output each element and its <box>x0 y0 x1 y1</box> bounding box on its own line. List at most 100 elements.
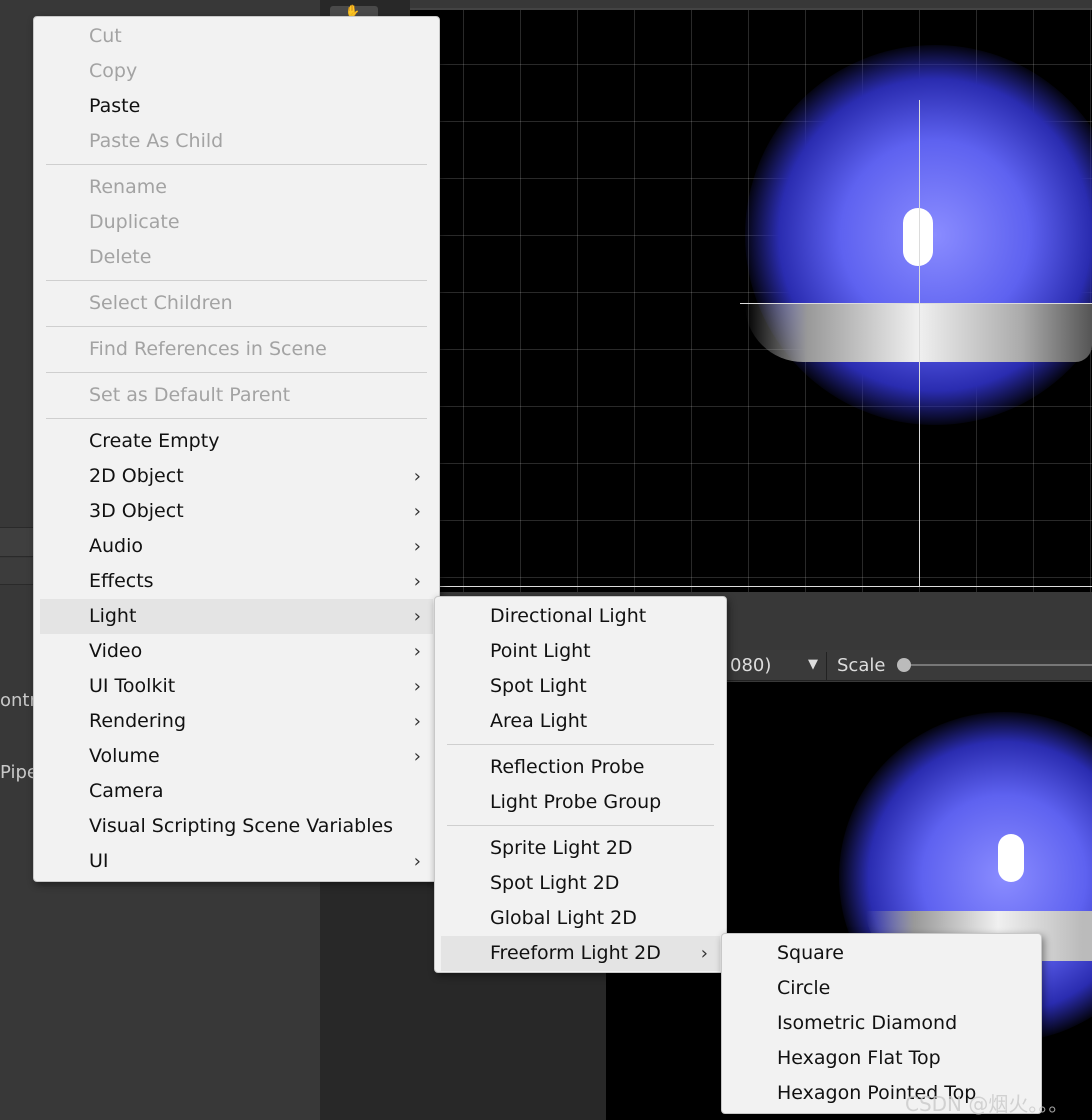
camera-frame-line <box>740 303 1092 304</box>
chevron-right-icon: › <box>413 536 421 557</box>
menu-item-select-children[interactable]: Select Children <box>34 286 439 321</box>
menu-item-label: Reflection Probe <box>490 756 645 778</box>
menu-item-circle[interactable]: Circle <box>722 971 1041 1006</box>
menu-item-set-as-default-parent[interactable]: Set as Default Parent <box>34 378 439 413</box>
menu-item-copy[interactable]: Copy <box>34 54 439 89</box>
menu-item-spot-light-2d[interactable]: Spot Light 2D <box>435 866 726 901</box>
menu-item-rename[interactable]: Rename <box>34 170 439 205</box>
menu-item-label: Light <box>89 605 137 627</box>
menu-item-ui[interactable]: UI › <box>34 844 439 879</box>
menu-item-label: Cut <box>89 25 122 47</box>
menu-item-directional-light[interactable]: Directional Light <box>435 599 726 634</box>
menu-item-label: Visual Scripting Scene Variables <box>89 815 394 837</box>
camera-frame-line <box>919 100 920 586</box>
menu-item-reflection-probe[interactable]: Reflection Probe <box>435 750 726 785</box>
menu-item-effects[interactable]: Effects › <box>34 564 439 599</box>
menu-item-3d-object[interactable]: 3D Object › <box>34 494 439 529</box>
menu-item-label: Point Light <box>490 640 591 662</box>
menu-separator <box>46 326 427 327</box>
menu-separator <box>46 372 427 373</box>
chevron-right-icon: › <box>413 501 421 522</box>
menu-item-duplicate[interactable]: Duplicate <box>34 205 439 240</box>
menu-item-label: Paste <box>89 95 141 117</box>
scale-label: Scale <box>837 655 886 676</box>
menu-item-audio[interactable]: Audio › <box>34 529 439 564</box>
capsule-sprite <box>998 834 1024 882</box>
toolbar-separator <box>826 652 827 680</box>
menu-item-label: Audio <box>89 535 144 557</box>
menu-item-delete[interactable]: Delete <box>34 240 439 275</box>
menu-item-square[interactable]: Square <box>722 936 1041 971</box>
menu-item-rendering[interactable]: Rendering › <box>34 704 439 739</box>
menu-item-isometric-diamond[interactable]: Isometric Diamond <box>722 1006 1041 1041</box>
menu-item-paste-as-child[interactable]: Paste As Child <box>34 124 439 159</box>
menu-item-label: Copy <box>89 60 138 82</box>
menu-item-label: Duplicate <box>89 211 180 233</box>
scale-slider-track[interactable] <box>910 664 1092 666</box>
menu-item-label: Find References in Scene <box>89 338 327 360</box>
menu-item-camera[interactable]: Camera <box>34 774 439 809</box>
camera-frame-line <box>410 586 1092 587</box>
menu-item-label: Freeform Light 2D <box>490 942 661 964</box>
menu-item-label: Global Light 2D <box>490 907 637 929</box>
menu-item-ui-toolkit[interactable]: UI Toolkit › <box>34 669 439 704</box>
menu-item-sprite-light-2d[interactable]: Sprite Light 2D <box>435 831 726 866</box>
menu-item-label: Delete <box>89 246 152 268</box>
menu-item-label: Isometric Diamond <box>777 1012 958 1034</box>
menu-item-label: Hexagon Flat Top <box>777 1047 941 1069</box>
dropdown-arrow-icon: ▼ <box>808 657 818 672</box>
light-submenu: Directional Light Point Light Spot Light Ar… <box>434 596 727 973</box>
menu-item-label: Circle <box>777 977 831 999</box>
menu-item-label: Effects <box>89 570 154 592</box>
chevron-right-icon: › <box>413 571 421 592</box>
menu-item-area-light[interactable]: Area Light <box>435 704 726 739</box>
menu-item-label: 2D Object <box>89 465 184 487</box>
menu-item-label: Volume <box>89 745 160 767</box>
capsule-sprite[interactable] <box>903 208 933 266</box>
menu-item-freeform-light-2d[interactable]: Freeform Light 2D › <box>441 936 720 971</box>
menu-item-label: Spot Light <box>490 675 587 697</box>
partial-label: ontr <box>0 690 37 711</box>
freeform-light-submenu: Square Circle Isometric Diamond Hexagon Fla… <box>721 933 1042 1114</box>
chevron-right-icon: › <box>413 746 421 767</box>
menu-item-2d-object[interactable]: 2D Object › <box>34 459 439 494</box>
menu-item-volume[interactable]: Volume › <box>34 739 439 774</box>
menu-separator <box>447 744 714 745</box>
menu-item-label: Camera <box>89 780 164 802</box>
resolution-dropdown[interactable]: 080) <box>730 655 771 676</box>
chevron-right-icon: › <box>700 943 708 964</box>
chevron-right-icon: › <box>413 711 421 732</box>
menu-item-label: Light Probe Group <box>490 791 662 813</box>
menu-item-create-empty[interactable]: Create Empty <box>34 424 439 459</box>
menu-item-label: Sprite Light 2D <box>490 837 633 859</box>
menu-item-video[interactable]: Video › <box>34 634 439 669</box>
menu-item-label: Area Light <box>490 710 588 732</box>
menu-item-label: Rename <box>89 176 167 198</box>
menu-item-label: Video <box>89 640 143 662</box>
chevron-right-icon: › <box>413 466 421 487</box>
menu-item-label: Select Children <box>89 292 233 314</box>
menu-separator <box>46 164 427 165</box>
menu-separator <box>447 825 714 826</box>
chevron-right-icon: › <box>413 641 421 662</box>
menu-item-label: Square <box>777 942 844 964</box>
scale-slider-knob[interactable] <box>897 658 911 672</box>
menu-item-point-light[interactable]: Point Light <box>435 634 726 669</box>
menu-item-light[interactable]: Light › <box>40 599 433 634</box>
menu-item-light-probe-group[interactable]: Light Probe Group <box>435 785 726 820</box>
menu-item-visual-scripting-scene-variables[interactable]: Visual Scripting Scene Variables <box>34 809 439 844</box>
menu-item-paste[interactable]: Paste <box>34 89 439 124</box>
menu-item-hexagon-flat-top[interactable]: Hexagon Flat Top <box>722 1041 1041 1076</box>
menu-item-spot-light[interactable]: Spot Light <box>435 669 726 704</box>
menu-item-global-light-2d[interactable]: Global Light 2D <box>435 901 726 936</box>
menu-item-find-references-in-scene[interactable]: Find References in Scene <box>34 332 439 367</box>
context-menu: Cut Copy Paste Paste As Child Rename Duplicat… <box>33 16 440 882</box>
menu-item-label: UI Toolkit <box>89 675 176 697</box>
menu-item-label: Directional Light <box>490 605 647 627</box>
chevron-right-icon: › <box>413 606 421 627</box>
menu-item-label: Rendering <box>89 710 187 732</box>
menu-item-label: Set as Default Parent <box>89 384 291 406</box>
menu-item-label: Spot Light 2D <box>490 872 620 894</box>
menu-item-label: 3D Object <box>89 500 184 522</box>
menu-item-cut[interactable]: Cut <box>34 19 439 54</box>
